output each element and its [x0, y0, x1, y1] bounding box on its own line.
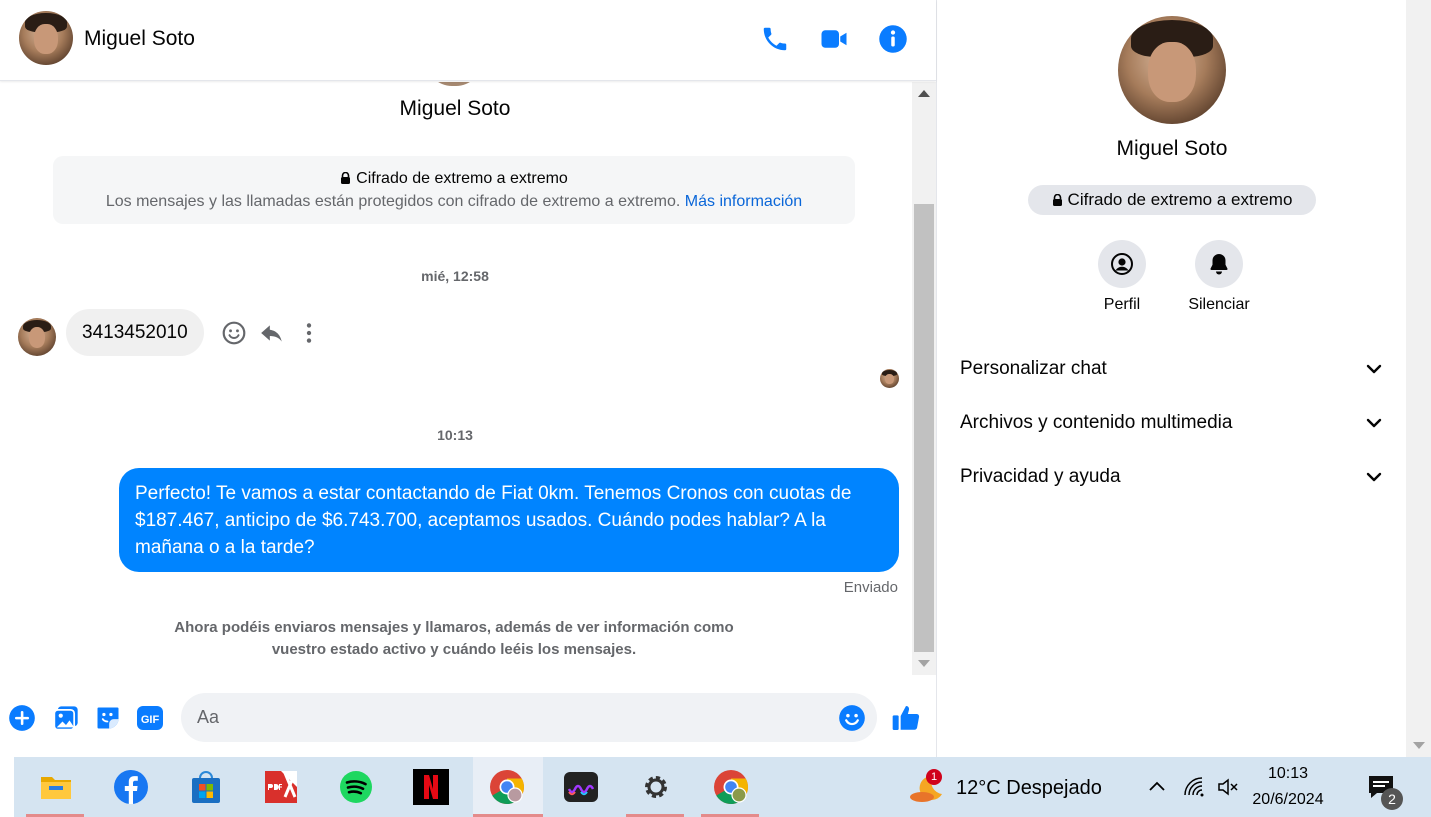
- user-circle-icon: [1111, 253, 1133, 275]
- folder-icon: [41, 777, 71, 799]
- mute-button[interactable]: [1195, 240, 1243, 288]
- lock-icon: [341, 172, 351, 184]
- profile-avatar-partial: [426, 82, 482, 86]
- emoji-icon[interactable]: [838, 704, 866, 732]
- encryption-notice: Cifrado de extremo a extremo Los mensaje…: [53, 156, 855, 224]
- phone-icon[interactable]: [760, 24, 790, 54]
- sent-message-bubble[interactable]: Perfecto! Te vamos a estar contactando d…: [119, 468, 899, 572]
- reply-icon[interactable]: [259, 320, 285, 346]
- netflix-icon: [413, 769, 449, 805]
- conversation-info-panel: Miguel Soto Cifrado de extremo a extremo…: [936, 0, 1406, 757]
- taskbar-facebook[interactable]: [101, 757, 159, 817]
- thumbs-up-icon[interactable]: [890, 702, 922, 734]
- panel-contact-name: Miguel Soto: [1116, 137, 1228, 160]
- message-timestamp: 10:13: [437, 427, 473, 443]
- message-input[interactable]: [181, 693, 877, 742]
- clock-date[interactable]: 20/6/2024: [1240, 791, 1336, 809]
- wifi-icon[interactable]: [1182, 775, 1206, 799]
- more-options-icon[interactable]: [296, 320, 322, 346]
- message-composer: GIF: [0, 680, 936, 757]
- conversation-contact-name: Miguel Soto: [399, 97, 511, 120]
- profile-button-label: Perfil: [1103, 296, 1141, 313]
- profile-button[interactable]: [1098, 240, 1146, 288]
- taskbar-pdf-viewer[interactable]: [251, 757, 309, 817]
- taskbar-settings[interactable]: [626, 757, 684, 817]
- taskbar-microsoft-store[interactable]: [176, 757, 234, 817]
- page-scrollbar[interactable]: [1406, 0, 1431, 757]
- clock-time[interactable]: 10:13: [1240, 765, 1336, 783]
- chevron-down-icon: [1366, 472, 1382, 482]
- photo-gallery-icon[interactable]: [52, 704, 80, 732]
- taskbar-chrome-profile[interactable]: [701, 757, 759, 817]
- scroll-up-arrow-icon[interactable]: [918, 90, 930, 97]
- scroll-down-arrow-icon[interactable]: [918, 660, 930, 667]
- gif-icon[interactable]: GIF: [136, 704, 164, 732]
- video-camera-icon[interactable]: [819, 24, 849, 54]
- chat-window: Miguel Soto Miguel Soto Cifrado de extre…: [0, 0, 936, 757]
- contact-name[interactable]: Miguel Soto: [84, 27, 195, 51]
- gear-icon: [645, 776, 667, 798]
- encryption-description: Los mensajes y las llamadas están proteg…: [105, 193, 681, 210]
- chevron-down-icon: [1366, 364, 1382, 374]
- mute-button-label: Silenciar: [1188, 296, 1250, 313]
- scrollbar-thumb[interactable]: [914, 204, 934, 652]
- gif-label: GIF: [141, 714, 160, 726]
- encryption-title: Cifrado de extremo a extremo: [356, 170, 568, 187]
- encryption-badge[interactable]: Cifrado de extremo a extremo: [1028, 185, 1316, 215]
- panel-contact-avatar[interactable]: [1118, 16, 1226, 124]
- chrome-icon: [714, 770, 748, 804]
- pdf-icon: [265, 771, 297, 803]
- section-privacy-help[interactable]: Privacidad y ayuda: [949, 454, 1395, 498]
- plus-icon[interactable]: [8, 704, 36, 732]
- chevron-down-icon: [1366, 418, 1382, 428]
- contact-avatar[interactable]: [19, 11, 73, 65]
- taskbar-spotify[interactable]: [326, 757, 384, 817]
- facebook-icon: [114, 770, 148, 804]
- sender-avatar[interactable]: [18, 318, 56, 356]
- connection-notice: Ahora podéis enviaros mensajes y llamaro…: [174, 619, 734, 658]
- deezer-icon: [564, 772, 598, 802]
- lock-icon: [1052, 194, 1062, 206]
- scroll-down-arrow-icon[interactable]: [1413, 742, 1425, 749]
- chrome-icon: [490, 770, 524, 804]
- weather-alert-badge: 1: [926, 769, 942, 785]
- chevron-up-icon[interactable]: [1145, 775, 1169, 799]
- bell-icon: [1210, 254, 1228, 275]
- chat-scrollbar[interactable]: [912, 82, 936, 675]
- seen-receipt-avatar: [880, 369, 899, 388]
- encryption-badge-label: Cifrado de extremo a extremo: [1067, 190, 1293, 209]
- react-emoji-icon[interactable]: [221, 320, 247, 346]
- chat-header: Miguel Soto: [0, 0, 936, 81]
- received-message-bubble[interactable]: 3413452010: [66, 309, 204, 356]
- weather-text[interactable]: 12°C Despejado: [956, 777, 1102, 800]
- taskbar-chrome[interactable]: [473, 757, 543, 817]
- windows-taskbar: 1 12°C Despejado 10:13 20/6/2024 2: [0, 757, 1431, 817]
- taskbar-deezer[interactable]: [551, 757, 609, 817]
- spotify-icon: [340, 771, 372, 803]
- notification-count-badge: 2: [1381, 788, 1403, 810]
- store-bag-icon: [192, 771, 220, 803]
- sticker-icon[interactable]: [94, 704, 122, 732]
- info-icon[interactable]: [878, 24, 908, 54]
- taskbar-file-explorer[interactable]: [26, 757, 84, 817]
- section-files-media[interactable]: Archivos y contenido multimedia: [949, 400, 1395, 444]
- message-timestamp: mié, 12:58: [421, 268, 489, 284]
- message-list[interactable]: Miguel Soto Cifrado de extremo a extremo…: [0, 82, 912, 675]
- sent-status: Enviado: [843, 579, 898, 596]
- section-customize-chat[interactable]: Personalizar chat: [949, 346, 1395, 390]
- more-info-link[interactable]: Más información: [685, 193, 802, 210]
- taskbar-netflix[interactable]: [401, 757, 459, 817]
- speaker-muted-icon[interactable]: [1216, 775, 1240, 799]
